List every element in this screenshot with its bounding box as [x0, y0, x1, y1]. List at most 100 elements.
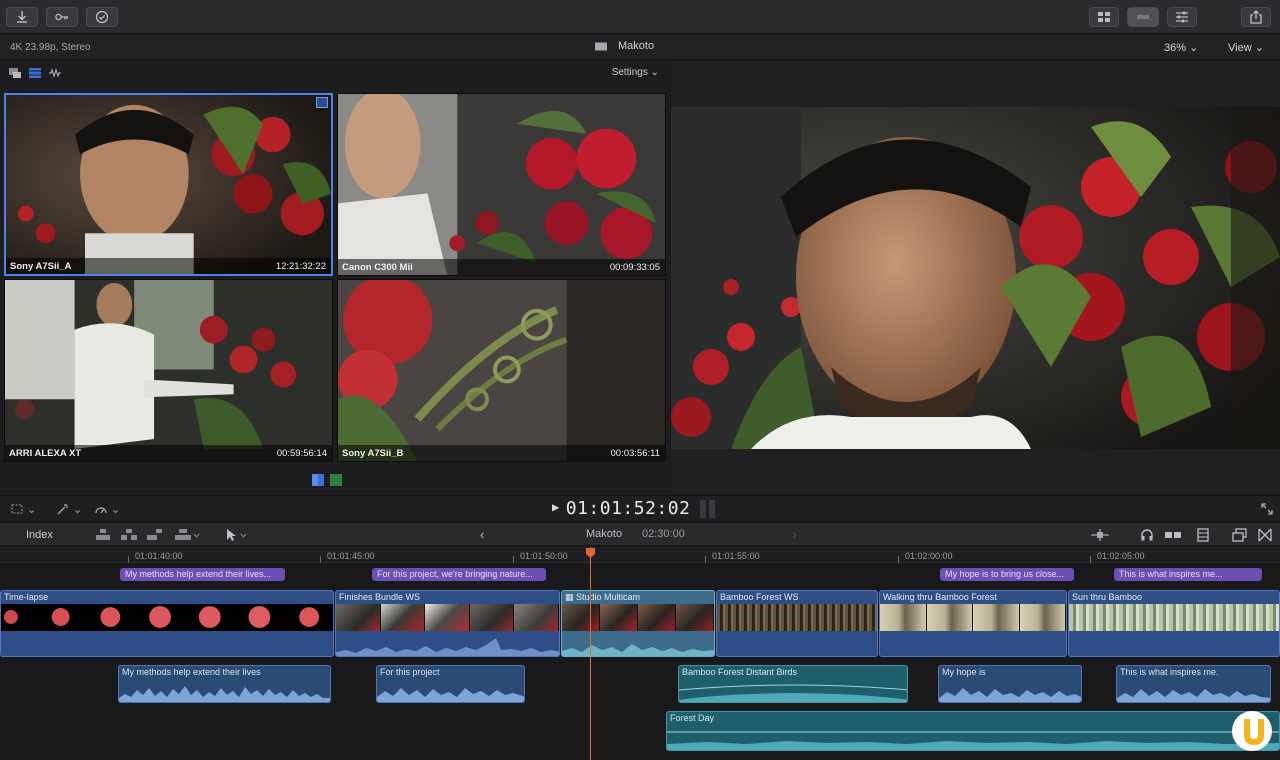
main-viewer [671, 61, 1280, 495]
angle-cell-sony-a7sii-b[interactable]: Sony A7Sii_B 00:03:56:11 [337, 279, 666, 462]
chevron-down-icon: ⌄ [73, 503, 83, 516]
append-clip-icon[interactable] [146, 528, 164, 542]
fullscreen-icon[interactable] [1260, 502, 1274, 516]
playhead[interactable] [590, 547, 591, 760]
snapping-icon[interactable] [1164, 528, 1182, 542]
show-inspector-button[interactable] [1167, 7, 1197, 27]
clip-waveform [119, 686, 330, 702]
import-button[interactable] [6, 7, 38, 27]
audio-meter[interactable] [700, 500, 716, 518]
video-clip-sun-thru-bamboo[interactable]: Sun thru Bamboo [1068, 590, 1280, 657]
keywords-button[interactable] [46, 7, 78, 27]
caption-marker[interactable]: My hope is to bring us close... [940, 568, 1074, 581]
viewer-frame [671, 107, 1280, 449]
view-label: View [1228, 42, 1252, 54]
clip-filmstrip [880, 604, 1066, 631]
timeline-header: Index ‹ Makoto 02:30:00 › [0, 522, 1280, 546]
zoom-popup[interactable]: 36% ⌄ [1164, 41, 1198, 54]
angle-label-bar: Canon C300 Mii 00:09:33:05 [338, 259, 665, 275]
clip-title: Finishes Bundle WS [339, 592, 421, 602]
video-clip-time-lapse[interactable]: Time-lapse [0, 590, 334, 657]
clip-filmstrip [336, 604, 559, 631]
forward-nav-icon[interactable]: › [792, 527, 796, 542]
settings-popup[interactable]: Settings ⌄ [612, 67, 659, 78]
caption-marker[interactable]: This is what inspires me... [1114, 568, 1262, 581]
insert-clip-icon[interactable] [120, 528, 138, 542]
audio-clip-forest-day[interactable]: Forest Day [666, 711, 1280, 751]
chevron-down-icon: ⌄ [27, 503, 37, 516]
angle-thumbnail [338, 280, 665, 461]
clip-waveform [679, 684, 907, 702]
bank-1-icon[interactable] [312, 474, 324, 486]
timeline-ruler[interactable]: 01:01:40:00 01:01:45:00 01:01:50:00 01:0… [0, 547, 1280, 563]
audio-clip-bamboo-forest-distant-birds[interactable]: Bamboo Forest Distant Birds [678, 665, 908, 703]
angle-viewer: Settings ⌄ Sony A7Sii_A 12:21:32:22 Cano… [0, 61, 669, 495]
multicam-icon: ▦ [565, 592, 574, 602]
format-label: 4K 23.98p, Stereo [10, 42, 91, 53]
select-tool-icon[interactable] [224, 528, 250, 542]
show-timeline-button[interactable] [1127, 7, 1159, 27]
audio-clip-for-this-project[interactable]: For this project [376, 665, 525, 703]
back-nav-icon[interactable]: ‹ [480, 527, 484, 542]
angle-thumbnail [338, 94, 665, 275]
main-toolbar [0, 0, 1280, 34]
connect-clip-icon[interactable] [94, 528, 112, 542]
audio-clip-this-is-what-inspires-me[interactable]: This is what inspires me. [1116, 665, 1271, 703]
bank-2-icon[interactable] [330, 474, 342, 486]
video-clip-finishes-bundle-ws[interactable]: Finishes Bundle WS [335, 590, 560, 657]
caption-marker[interactable]: My methods help extend their lives... [120, 568, 285, 581]
video-audio-switch-icon[interactable] [8, 67, 22, 79]
angle-thumbnail [5, 280, 332, 461]
video-clip-walking-thru-bamboo-forest[interactable]: Walking thru Bamboo Forest [879, 590, 1067, 657]
browser-layout-icon [1098, 12, 1110, 22]
effects-browser-icon[interactable] [1232, 528, 1248, 542]
timecode-display[interactable]: ▶ 01:01:52:02 [552, 498, 690, 519]
clip-waveform [336, 638, 559, 656]
timeline-index-button[interactable]: Index [26, 529, 53, 541]
chevron-down-icon: ⌄ [1189, 42, 1199, 54]
clip-waveform [1117, 689, 1270, 702]
video-clip-studio-multicam[interactable]: ▦ Studio Multicam [561, 590, 715, 657]
play-icon[interactable]: ▶ [552, 500, 560, 514]
flower-filmstrip [3, 606, 320, 628]
audio-only-switch-icon[interactable] [48, 67, 62, 79]
project-name: Makoto [618, 40, 655, 52]
angle-timecode: 00:59:56:14 [276, 448, 327, 459]
project-title: Makoto [594, 40, 654, 52]
skimming-icon[interactable] [1090, 528, 1110, 542]
clip-filmstrip [1, 604, 333, 631]
audio-clip-my-methods[interactable]: My methods help extend their lives [118, 665, 331, 703]
clapper-icon [595, 42, 607, 51]
angle-bank-switcher [312, 474, 342, 486]
video-clip-bamboo-forest-ws[interactable]: Bamboo Forest WS [716, 590, 878, 657]
view-popup[interactable]: View ⌄ [1228, 41, 1264, 54]
clip-waveform [562, 644, 714, 656]
timeline[interactable]: 01:01:40:00 01:01:45:00 01:01:50:00 01:0… [0, 547, 1280, 760]
caption-marker[interactable]: For this project, we're bringing nature.… [372, 568, 546, 581]
video-only-switch-icon[interactable] [28, 67, 42, 79]
angle-timecode: 12:21:32:22 [275, 261, 326, 272]
angle-cell-arri-alexa-xt[interactable]: ARRI ALEXA XT 00:59:56:14 [4, 279, 333, 462]
angle-viewer-toolbar: Settings ⌄ [0, 61, 669, 87]
viewer-display-popup[interactable]: ⌄ [10, 502, 36, 516]
audio-clip-my-hope-is[interactable]: My hope is [938, 665, 1082, 703]
chevron-down-icon: ⌄ [1254, 42, 1264, 54]
enhance-popup[interactable]: ⌄ [56, 502, 82, 516]
transitions-browser-icon[interactable] [1258, 528, 1272, 542]
angle-cell-sony-a7sii-a[interactable]: Sony A7Sii_A 12:21:32:22 [4, 93, 333, 276]
ruler-label: 01:01:40:00 [135, 551, 183, 561]
angle-cell-canon-c300-mii[interactable]: Canon C300 Mii 00:09:33:05 [337, 93, 666, 276]
clip-title: ▦ Studio Multicam [565, 592, 641, 602]
show-browser-button[interactable] [1089, 7, 1119, 27]
ruler-label: 01:01:50:00 [520, 551, 568, 561]
clip-appearance-icon[interactable] [1196, 528, 1210, 542]
share-button[interactable] [1241, 7, 1271, 27]
inspector-icon [1176, 11, 1188, 23]
angle-label-bar: ARRI ALEXA XT 00:59:56:14 [5, 445, 332, 461]
key-icon [55, 13, 68, 21]
background-tasks-button[interactable] [86, 7, 118, 27]
overwrite-clip-icon[interactable] [174, 528, 200, 542]
retime-popup[interactable]: ⌄ [94, 502, 120, 516]
headphones-icon[interactable] [1140, 528, 1154, 542]
clip-title: Forest Day [670, 713, 715, 723]
